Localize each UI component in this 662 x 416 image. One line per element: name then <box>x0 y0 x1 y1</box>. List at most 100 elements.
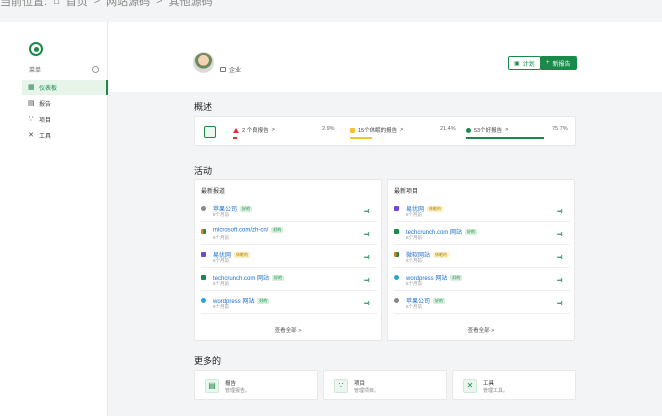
signal-icon: •••ll <box>364 209 369 215</box>
signal-icon: •••ll <box>557 301 562 307</box>
list-item-time: 8个月前 <box>213 258 230 263</box>
list-item-time: 8个月前 <box>406 258 423 263</box>
site-icon <box>394 206 399 211</box>
techcrunch-icon <box>201 275 206 280</box>
sidebar-item-reports[interactable]: ▤ 报告 <box>22 96 108 111</box>
workspace-label: 菜单 <box>29 68 42 74</box>
signal-icon: •••ll <box>557 232 562 238</box>
org-name: 企业 <box>229 68 242 74</box>
wordpress-icon <box>201 298 206 303</box>
more-title: 更多的 <box>194 356 222 366</box>
more-reports-card[interactable]: ▤ 报告 管理报告。 <box>194 370 318 400</box>
new-report-label: 新报告 <box>552 61 571 68</box>
overview-bad[interactable]: 2 个良报告 > <box>233 126 275 134</box>
more-tools-card[interactable]: ✕ 工具 管理工具。 <box>452 370 576 400</box>
building-icon <box>220 67 226 72</box>
project-icon: ∵ <box>334 379 348 393</box>
signal-icon: •••ll <box>557 255 562 261</box>
chevron-right-icon: > <box>400 127 404 133</box>
see-all-link[interactable]: 查看全部 > <box>388 326 574 334</box>
list-item-time: 8个月前 <box>406 281 423 286</box>
new-report-button[interactable]: + 新报告 <box>540 56 577 70</box>
status-badge: 休眠的 <box>427 206 444 213</box>
list-item[interactable]: 苹果公司 好的 8个月前 •••ll <box>201 202 377 222</box>
more-item-title: 项目 <box>354 381 366 387</box>
sidebar-item-dashboard[interactable]: ▦ 仪表板 <box>22 80 108 95</box>
report-icon: ▤ <box>205 379 219 393</box>
good-icon <box>466 127 471 133</box>
see-all-link[interactable]: 查看全部 > <box>195 326 381 334</box>
more-item-title: 报告 <box>225 381 237 387</box>
overview-bar-bad <box>233 137 237 139</box>
overview-bar-idle <box>350 137 372 139</box>
list-item[interactable]: techcrunch.com 网站 好的 8个月前 •••ll <box>201 271 377 291</box>
breadcrumb-section[interactable]: 网站源码 <box>106 0 150 9</box>
workspace-selector[interactable]: 菜单 <box>29 65 99 74</box>
more-projects-card[interactable]: ∵ 项目 管理项目。 <box>323 370 447 400</box>
sidebar-item-label: 项目 <box>39 118 52 124</box>
grid-icon: ▦ <box>28 83 35 91</box>
sidebar-nav: ▦ 仪表板 ▤ 报告 ∵ 项目 ✕ 工具 <box>22 80 108 144</box>
signal-icon: •••ll <box>364 232 369 238</box>
project-icon: ∵ <box>28 115 34 123</box>
overview-good[interactable]: 53个好报告 > <box>466 126 508 134</box>
list-item[interactable]: microsoft.com/zh-cn/好的 8个月前 •••ll <box>201 225 377 245</box>
list-item-time: 8个月前 <box>213 281 230 286</box>
breadcrumb: 当前位置: ⌂ 首页 > 网站源码 > 其他源码 <box>0 0 213 8</box>
gear-icon[interactable] <box>92 66 99 73</box>
overview-bar-good <box>466 137 544 139</box>
overview-label: 15个休眠的报告 <box>358 128 398 134</box>
list-item-time: 8个月前 <box>213 235 230 240</box>
sidebar: 菜单 ▦ 仪表板 ▤ 报告 ∵ 项目 ✕ 工具 <box>0 22 108 416</box>
page-header: 企业 ▣ 计划 + 新报告 <box>108 22 662 92</box>
sidebar-item-projects[interactable]: ∵ 项目 <box>22 112 108 127</box>
site-icon <box>201 252 206 257</box>
status-badge: 好的 <box>465 229 478 236</box>
list-item[interactable]: 易优网 休眠的 8个月前 •••ll <box>394 202 570 222</box>
overview-title: 概述 <box>194 102 213 112</box>
list-item[interactable]: 苹果公司 好的 8个月前 •••ll <box>394 294 570 314</box>
signal-icon: •••ll <box>364 301 369 307</box>
report-icon <box>204 126 216 138</box>
sidebar-item-tools[interactable]: ✕ 工具 <box>22 128 108 143</box>
idle-icon <box>350 127 355 133</box>
avatar[interactable] <box>193 52 214 73</box>
list-item[interactable]: 易优网 休眠的 8个月前 •••ll <box>201 248 377 268</box>
list-item-time: 8个月前 <box>213 304 230 309</box>
more-item-title: 工具 <box>483 381 495 387</box>
status-badge: 好的 <box>257 298 270 305</box>
status-badge: 好的 <box>271 227 284 233</box>
overview-idle[interactable]: 15个休眠的报告 > <box>350 126 403 134</box>
breadcrumb-current: 其他源码 <box>168 0 213 8</box>
tools-icon: ✕ <box>28 131 34 139</box>
list-item[interactable]: techcrunch.com 网站 好的 8个月前 •••ll <box>394 225 570 245</box>
org-label[interactable]: 企业 <box>220 65 241 74</box>
status-badge: 好的 <box>433 298 446 305</box>
recent-reports-card: 最新报道 苹果公司 好的 8个月前 •••ll microsoft.com/zh-… <box>194 179 382 341</box>
card-title: 最新项目 <box>394 189 419 195</box>
status-badge: 好的 <box>450 275 463 282</box>
list-item[interactable]: wordpress 网站 好的 8个月前 •••ll <box>394 271 570 291</box>
recent-projects-card: 最新项目 易优网 休眠的 8个月前 •••ll techcrunch.com 网站… <box>387 179 575 341</box>
breadcrumb-prefix: 当前位置: <box>0 0 48 8</box>
breadcrumb-home[interactable]: 首页 <box>66 0 88 9</box>
apple-icon <box>394 298 399 303</box>
sidebar-item-label: 仪表板 <box>39 86 58 92</box>
card-title: 最新报道 <box>201 189 226 195</box>
signal-icon: •••ll <box>557 209 562 215</box>
overview-label: 53个好报告 <box>474 128 503 134</box>
microsoft-icon <box>394 252 399 257</box>
plan-button[interactable]: ▣ 计划 <box>508 56 541 70</box>
home-icon[interactable]: ⌂ <box>53 0 60 7</box>
list-item[interactable]: 微软网站 休眠的 8个月前 •••ll <box>394 248 570 268</box>
more-item-desc: 管理报告。 <box>225 388 251 394</box>
techcrunch-icon <box>394 229 399 234</box>
sidebar-item-label: 工具 <box>39 134 52 140</box>
more-item-desc: 管理项目。 <box>354 388 380 394</box>
breadcrumb-sep: > <box>156 0 163 7</box>
more-item-desc: 管理工具。 <box>483 388 509 394</box>
report-icon: ▤ <box>28 99 35 107</box>
list-item-time: 8个月前 <box>406 304 423 309</box>
logo-icon[interactable] <box>29 42 43 56</box>
list-item[interactable]: wordpress 网站 好的 8个月前 •••ll <box>201 294 377 314</box>
